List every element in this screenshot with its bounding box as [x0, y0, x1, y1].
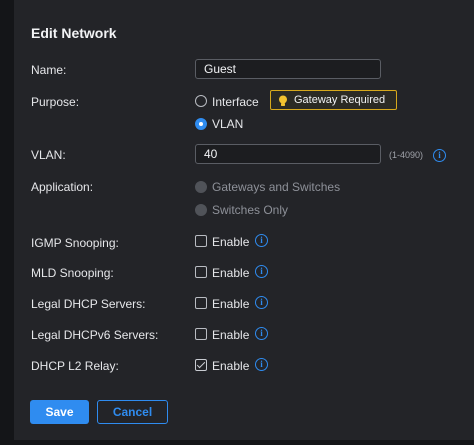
legal-dhcp-servers-info-icon[interactable]: i	[255, 296, 268, 309]
lightbulb-icon	[279, 95, 287, 106]
application-gateways-switches-radio[interactable]	[195, 181, 207, 193]
cancel-button[interactable]: Cancel	[97, 400, 168, 424]
legal-dhcp-servers-enable-label[interactable]: Enable	[212, 297, 249, 311]
legal-dhcp-servers-label: Legal DHCP Servers:	[31, 297, 146, 311]
legal-dhcp-servers-checkbox[interactable]	[195, 297, 207, 309]
legal-dhcpv6-servers-checkbox[interactable]	[195, 328, 207, 340]
purpose-interface-label[interactable]: Interface	[212, 95, 259, 109]
legal-dhcpv6-servers-enable-label[interactable]: Enable	[212, 328, 249, 342]
vlan-label: VLAN:	[31, 148, 66, 162]
name-label: Name:	[31, 63, 67, 77]
legal-dhcpv6-servers-info-icon[interactable]: i	[255, 327, 268, 340]
application-label: Application:	[31, 180, 94, 194]
mld-snooping-enable-label[interactable]: Enable	[212, 266, 249, 280]
gateway-required-text: Gateway Required	[294, 94, 386, 106]
purpose-interface-radio[interactable]	[195, 95, 207, 107]
application-switches-only-radio[interactable]	[195, 204, 207, 216]
gateway-required-badge: Gateway Required	[270, 90, 397, 110]
igmp-snooping-checkbox[interactable]	[195, 235, 207, 247]
window-edge	[0, 0, 14, 445]
purpose-vlan-label[interactable]: VLAN	[212, 117, 243, 131]
window-edge-bottom	[0, 440, 474, 445]
mld-snooping-checkbox[interactable]	[195, 266, 207, 278]
page-title: Edit Network	[31, 25, 117, 41]
mld-snooping-info-icon[interactable]: i	[255, 265, 268, 278]
igmp-snooping-label: IGMP Snooping:	[31, 236, 119, 250]
dhcp-l2-relay-enable-label[interactable]: Enable	[212, 359, 249, 373]
name-input[interactable]: Guest	[195, 59, 381, 79]
application-switches-only-label[interactable]: Switches Only	[212, 203, 288, 217]
dhcp-l2-relay-label: DHCP L2 Relay:	[31, 359, 119, 373]
legal-dhcpv6-servers-label: Legal DHCPv6 Servers:	[31, 328, 159, 342]
igmp-snooping-enable-label[interactable]: Enable	[212, 235, 249, 249]
purpose-label: Purpose:	[31, 95, 80, 109]
purpose-vlan-radio[interactable]	[195, 118, 207, 130]
dhcp-l2-relay-checkbox[interactable]	[195, 359, 207, 371]
save-button[interactable]: Save	[30, 400, 89, 424]
dhcp-l2-relay-info-icon[interactable]: i	[255, 358, 268, 371]
application-gateways-switches-label[interactable]: Gateways and Switches	[212, 180, 340, 194]
igmp-snooping-info-icon[interactable]: i	[255, 234, 268, 247]
vlan-input[interactable]: 40	[195, 144, 381, 164]
vlan-info-icon[interactable]: i	[433, 149, 446, 162]
vlan-range-hint: (1-4090)	[389, 150, 424, 160]
mld-snooping-label: MLD Snooping:	[31, 266, 114, 280]
